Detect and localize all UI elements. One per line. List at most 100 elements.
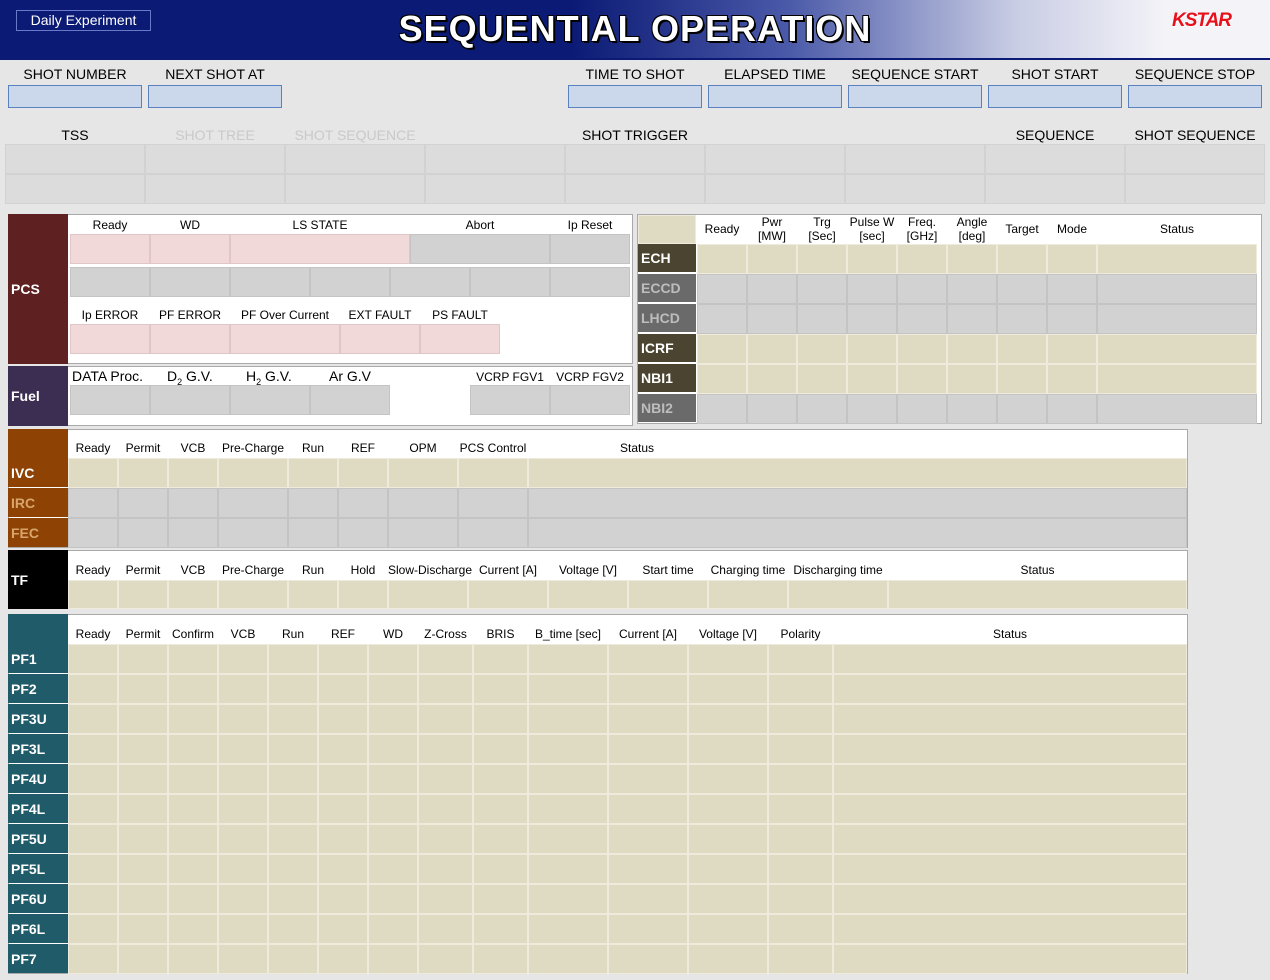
pf-cell — [168, 704, 218, 734]
pf-cell — [608, 854, 688, 884]
sequence-start-field — [848, 85, 982, 108]
pf-header: BRIS — [486, 627, 515, 641]
pcs-status-cell — [230, 267, 310, 297]
pf-cell — [368, 824, 418, 854]
pf-cell — [268, 704, 318, 734]
pf-cell — [218, 644, 268, 674]
tf-cell — [338, 580, 388, 609]
trigger-cell — [425, 174, 565, 204]
pf-cell — [318, 734, 368, 764]
trigger-cell — [845, 174, 985, 204]
pf-cell — [528, 884, 608, 914]
pf-cell — [118, 674, 168, 704]
trigger-cell — [1125, 174, 1265, 204]
heating-corner — [638, 215, 696, 244]
trigger-cell — [285, 144, 425, 174]
pf-cell — [768, 884, 833, 914]
heating-cell — [947, 274, 997, 304]
heating-cell — [1097, 244, 1257, 274]
pf-cell — [833, 794, 1187, 824]
heating-row-label-eccd: ECCD — [638, 274, 696, 303]
pcs-status-cell — [310, 267, 390, 297]
pf-cell — [768, 704, 833, 734]
pf-cell — [688, 854, 768, 884]
pf-cell — [528, 734, 608, 764]
ivc-header: Permit — [125, 441, 161, 455]
pf-cell — [473, 944, 528, 974]
pf-row-label-pf3u: PF3U — [8, 704, 68, 733]
heating-cell — [697, 304, 747, 334]
trigger-cell — [565, 144, 705, 174]
heating-cell — [847, 364, 897, 394]
mode-button[interactable]: Daily Experiment — [16, 10, 151, 31]
pf-cell — [318, 644, 368, 674]
pf-cell — [418, 824, 473, 854]
pf-cell — [318, 794, 368, 824]
pf-cell — [473, 674, 528, 704]
fuel-label: Fuel — [8, 366, 68, 426]
pf-cell — [368, 914, 418, 944]
tf-header: Start time — [642, 563, 694, 577]
sequence-stop-label: SEQUENCE STOP — [1134, 66, 1256, 82]
ar-gv-label: Ar G.V — [329, 368, 372, 384]
heating-cell — [997, 394, 1047, 424]
pf-cell — [268, 824, 318, 854]
data-proc-label: DATA Proc. — [72, 368, 144, 384]
heating-cell — [697, 274, 747, 304]
heating-cell — [1047, 364, 1097, 394]
pf-cell — [268, 794, 318, 824]
pf-cell — [118, 794, 168, 824]
pf-cell — [168, 794, 218, 824]
pf-cell — [418, 674, 473, 704]
heating-cell — [997, 304, 1047, 334]
pf-cell — [68, 644, 118, 674]
pcs-error-cell — [70, 324, 150, 354]
heating-header: Angle [deg] — [956, 215, 988, 243]
pcs-header: Ip Reset — [567, 218, 613, 232]
ivc-cell — [528, 488, 1187, 518]
pf-cell — [418, 734, 473, 764]
tf-header: Pre-Charge — [221, 563, 285, 577]
fuel-cell — [550, 385, 630, 415]
heating-cell — [747, 274, 797, 304]
pf-cell — [368, 644, 418, 674]
pf-cell — [688, 914, 768, 944]
pf-cell — [368, 674, 418, 704]
heating-header: Ready — [704, 222, 740, 236]
pf-cell — [833, 734, 1187, 764]
ivc-row-label-fec: FEC — [8, 518, 68, 547]
tf-header: Charging time — [710, 563, 786, 577]
pf-cell — [418, 794, 473, 824]
shot-trigger-label: SHOT TRIGGER — [581, 127, 689, 143]
tf-cell — [548, 580, 628, 609]
pf-row-label-pf5l: PF5L — [8, 854, 68, 883]
tf-header: Discharging time — [793, 563, 883, 577]
heating-cell — [697, 334, 747, 364]
trigger-cell — [985, 144, 1125, 174]
pcs-error-header: EXT FAULT — [348, 308, 412, 322]
pf-row-label-pf5u: PF5U — [8, 824, 68, 853]
pf-cell — [318, 914, 368, 944]
fuel-cell — [310, 385, 390, 415]
vcrp-fgv2-label: VCRP FGV2 — [556, 370, 624, 384]
pf-cell — [473, 764, 528, 794]
pf-cell — [528, 764, 608, 794]
pf-cell — [768, 914, 833, 944]
heating-cell — [747, 364, 797, 394]
pf-cell — [318, 704, 368, 734]
pf-cell — [528, 644, 608, 674]
pf-cell — [688, 944, 768, 974]
pf-header: Permit — [125, 627, 161, 641]
pf-cell — [68, 794, 118, 824]
pf-cell — [768, 644, 833, 674]
heating-cell — [997, 274, 1047, 304]
sequence-label: SEQUENCE — [1015, 127, 1095, 143]
heating-cell — [997, 334, 1047, 364]
ivc-cell — [338, 488, 388, 518]
time-to-shot-field — [568, 85, 702, 108]
pf-row-label-pf1: PF1 — [8, 644, 68, 673]
tf-header: Slow-Discharge — [388, 563, 473, 577]
heating-cell — [747, 304, 797, 334]
pf-cell — [768, 674, 833, 704]
pf-cell — [473, 854, 528, 884]
